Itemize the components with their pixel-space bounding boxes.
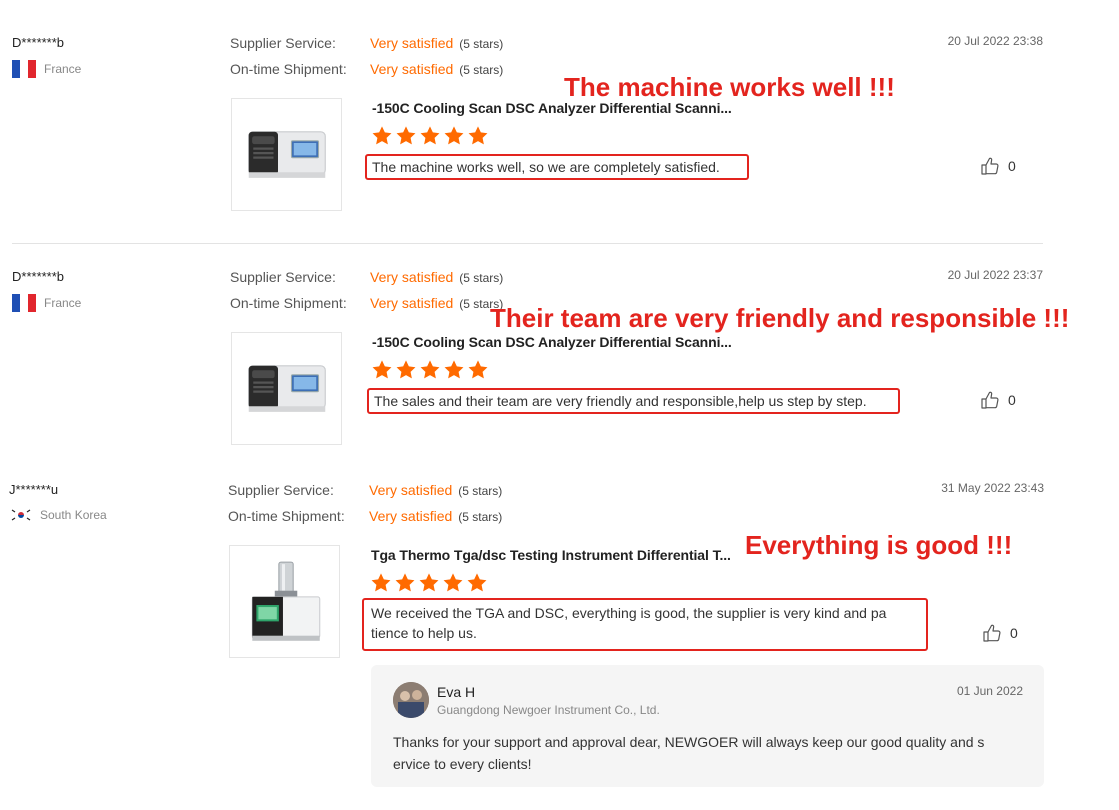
- reply-text-line: ervice to every clients!: [393, 756, 532, 772]
- star-icon: [395, 359, 417, 381]
- rating-stars-text: (5 stars): [458, 510, 503, 524]
- rating-stars-text: (5 stars): [459, 271, 504, 285]
- reply-text-line: Thanks for your support and approval dea…: [393, 734, 985, 750]
- thumbs-up-icon: [980, 390, 1000, 410]
- south-korea-flag-icon: [10, 507, 32, 523]
- star-rating: [370, 572, 488, 594]
- star-icon: [467, 125, 489, 147]
- annotation-callout: Their team are very friendly and respons…: [490, 303, 1070, 333]
- rating-text: Very satisfied: [370, 295, 454, 311]
- star-rating: [371, 359, 489, 381]
- supplier-reply: Eva H Guangdong Newgoer Instrument Co., …: [371, 665, 1044, 787]
- shipment-rating: Very satisfied (5 stars): [370, 61, 503, 79]
- shipment-rating: Very satisfied (5 stars): [370, 295, 503, 313]
- thumbs-up-icon: [982, 623, 1002, 643]
- shipment-label: On-time Shipment:: [228, 508, 345, 524]
- rating-stars-text: (5 stars): [459, 63, 504, 77]
- supplier-service-label: Supplier Service:: [230, 269, 336, 285]
- star-icon: [443, 125, 465, 147]
- rating-text: Very satisfied: [370, 269, 454, 285]
- france-flag-icon: [12, 294, 36, 312]
- reply-date: 01 Jun 2022: [956, 684, 1023, 698]
- rating-text: Very satisfied: [369, 508, 453, 524]
- review-date: 20 Jul 2022 23:37: [947, 268, 1043, 282]
- reviewer-country: France: [12, 60, 81, 78]
- supplier-service-rating: Very satisfied (5 stars): [370, 35, 503, 53]
- star-icon: [443, 359, 465, 381]
- like-button[interactable]: 0: [980, 156, 1016, 176]
- comment-text: tience to help us.: [371, 625, 477, 641]
- shipment-label: On-time Shipment:: [230, 61, 347, 77]
- review-comment: The sales and their team are very friend…: [367, 388, 900, 414]
- annotation-callout: Everything is good !!!: [745, 530, 1013, 560]
- star-icon: [371, 125, 393, 147]
- star-icon: [419, 359, 441, 381]
- comment-text: The sales and their team are very friend…: [374, 393, 867, 409]
- dsc-analyzer-image: [242, 351, 332, 421]
- supplier-service-label: Supplier Service:: [230, 35, 336, 51]
- star-icon: [370, 572, 392, 594]
- france-flag-icon: [12, 60, 36, 78]
- shipment-rating: Very satisfied (5 stars): [369, 508, 502, 526]
- product-name-link[interactable]: Tga Thermo Tga/dsc Testing Instrument Di…: [371, 547, 731, 563]
- star-icon: [371, 359, 393, 381]
- reviewer-name: D*******b: [12, 269, 65, 284]
- country-label: South Korea: [40, 508, 107, 522]
- like-count: 0: [1010, 625, 1018, 641]
- review-date: 31 May 2022 23:43: [941, 481, 1044, 495]
- avatar: [393, 682, 429, 718]
- star-icon: [442, 572, 464, 594]
- comment-text: We received the TGA and DSC, everything …: [371, 605, 887, 621]
- reply-company: Guangdong Newgoer Instrument Co., Ltd.: [437, 703, 660, 717]
- supplier-service-rating: Very satisfied (5 stars): [369, 482, 502, 500]
- annotation-callout: The machine works well !!!: [564, 72, 895, 102]
- reply-author: Eva H: [437, 684, 476, 700]
- rating-text: Very satisfied: [369, 482, 453, 498]
- like-count: 0: [1008, 392, 1016, 408]
- star-icon: [418, 572, 440, 594]
- reply-text: Thanks for your support and approval dea…: [393, 731, 984, 775]
- review-divider: [12, 243, 1043, 244]
- dsc-analyzer-image: [242, 117, 332, 187]
- supplier-service-rating: Very satisfied (5 stars): [370, 269, 503, 287]
- review-comment: The machine works well, so we are comple…: [365, 154, 749, 180]
- product-thumbnail[interactable]: [231, 98, 342, 211]
- like-button[interactable]: 0: [982, 623, 1018, 643]
- star-icon: [419, 125, 441, 147]
- country-label: France: [44, 296, 82, 310]
- star-icon: [467, 359, 489, 381]
- like-count: 0: [1008, 158, 1016, 174]
- review-comment: We received the TGA and DSC, everything …: [362, 598, 928, 651]
- reviewer-country: South Korea: [10, 507, 107, 523]
- reviewer-country: France: [12, 294, 81, 312]
- rating-stars-text: (5 stars): [459, 37, 504, 51]
- star-icon: [395, 125, 417, 147]
- product-thumbnail[interactable]: [231, 332, 342, 445]
- rating-text: Very satisfied: [370, 35, 454, 51]
- tga-instrument-image: [242, 558, 328, 650]
- rating-stars-text: (5 stars): [458, 484, 503, 498]
- product-name-link[interactable]: -150C Cooling Scan DSC Analyzer Differen…: [372, 334, 732, 350]
- thumbs-up-icon: [980, 156, 1000, 176]
- star-rating: [371, 125, 489, 147]
- review-date: 20 Jul 2022 23:38: [947, 34, 1043, 48]
- product-thumbnail[interactable]: [229, 545, 340, 658]
- rating-text: Very satisfied: [370, 61, 454, 77]
- reviewer-name: D*******b: [12, 35, 65, 50]
- supplier-service-label: Supplier Service:: [228, 482, 334, 498]
- comment-text: The machine works well, so we are comple…: [372, 159, 720, 175]
- reviewer-name: J*******u: [9, 482, 59, 497]
- shipment-label: On-time Shipment:: [230, 295, 347, 311]
- like-button[interactable]: 0: [980, 390, 1016, 410]
- star-icon: [466, 572, 488, 594]
- country-label: France: [44, 62, 82, 76]
- star-icon: [394, 572, 416, 594]
